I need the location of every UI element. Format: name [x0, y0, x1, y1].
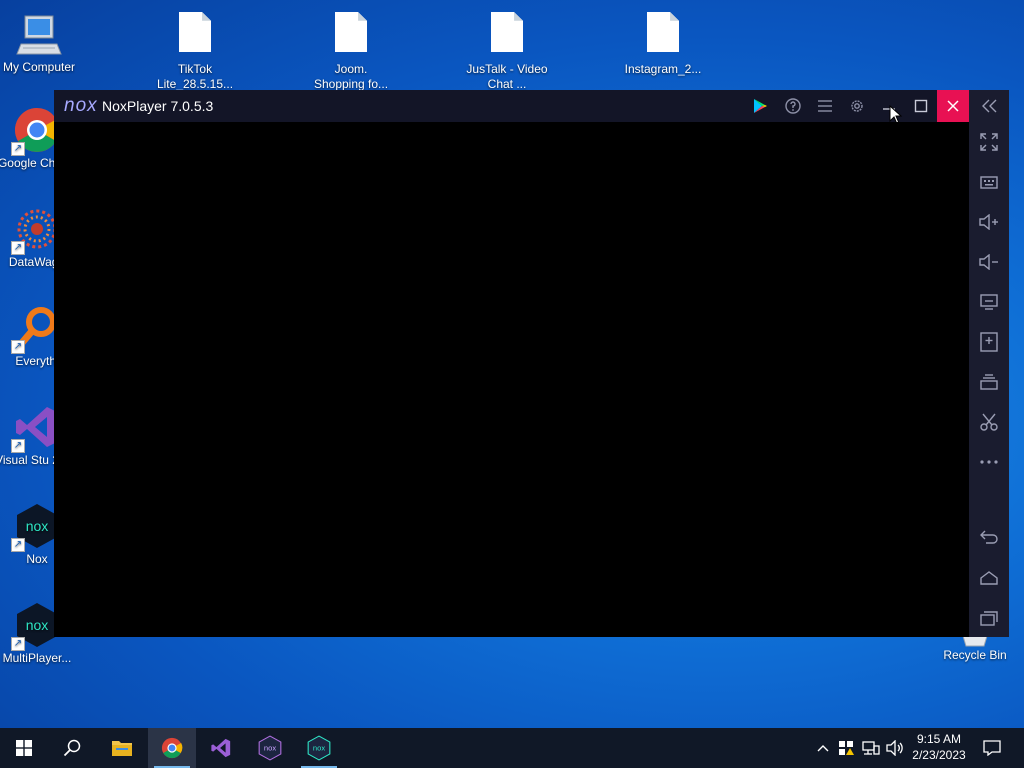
desktop-icon-justalk[interactable]: JusTalk - Video Chat ... — [465, 8, 549, 92]
desktop-icon-recycle-bin[interactable]: Recycle Bin — [933, 635, 1017, 663]
recent-apps-icon[interactable] — [969, 603, 1009, 633]
nox-player-window[interactable]: nox NoxPlayer 7.0.5.3 — [54, 90, 1009, 637]
computer-icon — [15, 10, 63, 58]
fullscreen-icon[interactable] — [969, 127, 1009, 157]
more-icon[interactable] — [969, 447, 1009, 477]
shortcut-arrow-icon: ↗ — [11, 637, 25, 651]
svg-text:nox: nox — [26, 518, 49, 534]
volume-down-icon[interactable] — [969, 247, 1009, 277]
shortcut-arrow-icon: ↗ — [11, 340, 25, 354]
file-explorer-icon[interactable] — [98, 728, 146, 768]
file-icon — [327, 12, 375, 60]
shortcut-arrow-icon: ↗ — [11, 538, 25, 552]
notification-icon[interactable] — [978, 728, 1006, 768]
shortcut-arrow-icon: ↗ — [11, 142, 25, 156]
svg-text:nox: nox — [264, 744, 276, 753]
nox-toolbar — [969, 90, 1009, 637]
desktop-icon-instagram[interactable]: Instagram_2... — [621, 8, 705, 77]
screen-icon[interactable] — [969, 287, 1009, 317]
desktop-icon-tiktok[interactable]: TikTok Lite_28.5.15... — [153, 8, 237, 92]
clock-time: 9:15 AM — [916, 732, 962, 746]
play-store-icon[interactable] — [744, 90, 776, 122]
visual-studio-icon[interactable] — [197, 728, 245, 768]
multi-instance-icon[interactable] — [969, 367, 1009, 397]
collapse-icon[interactable] — [969, 91, 1009, 121]
add-apk-icon[interactable] — [969, 327, 1009, 357]
chrome-icon[interactable] — [148, 728, 196, 768]
desktop-icon-label: TikTok Lite_28.5.15... — [156, 62, 234, 91]
security-warning-icon[interactable] — [836, 728, 856, 768]
maximize-icon[interactable] — [905, 90, 937, 122]
file-icon — [639, 12, 687, 60]
network-icon[interactable] — [860, 728, 882, 768]
close-icon[interactable] — [937, 90, 969, 122]
nox-logo: nox — [64, 95, 98, 116]
help-icon[interactable] — [777, 90, 809, 122]
taskbar: nox nox 9:15 AM 2/23/2023 — [0, 728, 1024, 768]
svg-text:nox: nox — [313, 744, 325, 753]
svg-text:nox: nox — [26, 617, 49, 633]
settings-icon[interactable] — [841, 90, 873, 122]
multiplayer-icon[interactable]: nox — [295, 728, 343, 768]
desktop-icon-label: JusTalk - Video Chat ... — [466, 62, 548, 91]
volume-icon[interactable] — [884, 728, 906, 768]
shortcut-arrow-icon: ↗ — [11, 241, 25, 255]
desktop-icon-label: MultiPlayer... — [2, 651, 72, 665]
chevron-up-icon[interactable] — [812, 728, 834, 768]
desktop-icon-joom[interactable]: Joom. Shopping fo... — [309, 8, 393, 92]
desktop-icon-label: Instagram_2... — [624, 62, 702, 76]
clock[interactable]: 9:15 AM 2/23/2023 — [908, 728, 970, 768]
nox-title-bar[interactable]: nox NoxPlayer 7.0.5.3 — [54, 90, 969, 125]
nox-icon[interactable]: nox — [246, 728, 294, 768]
keyboard-icon[interactable] — [969, 167, 1009, 197]
window-title: NoxPlayer 7.0.5.3 — [102, 98, 214, 114]
desktop-icon-my-computer[interactable]: My Computer — [0, 10, 81, 75]
desktop-icon-label: Recycle Bin — [943, 648, 1007, 662]
search-icon[interactable] — [48, 728, 96, 768]
start-icon[interactable] — [0, 728, 48, 768]
recycle-bin-icon — [951, 635, 999, 648]
shortcut-arrow-icon: ↗ — [11, 439, 25, 453]
back-icon[interactable] — [969, 522, 1009, 552]
home-icon[interactable] — [969, 563, 1009, 593]
clock-date: 2/23/2023 — [912, 748, 966, 762]
file-icon — [171, 12, 219, 60]
desktop-icon-label: My Computer — [2, 60, 76, 74]
menu-icon[interactable] — [809, 90, 841, 122]
volume-up-icon[interactable] — [969, 207, 1009, 237]
desktop-icon-label: Joom. Shopping fo... — [313, 62, 389, 91]
emulator-screen[interactable] — [54, 122, 969, 637]
file-icon — [483, 12, 531, 60]
scissors-icon[interactable] — [969, 407, 1009, 437]
